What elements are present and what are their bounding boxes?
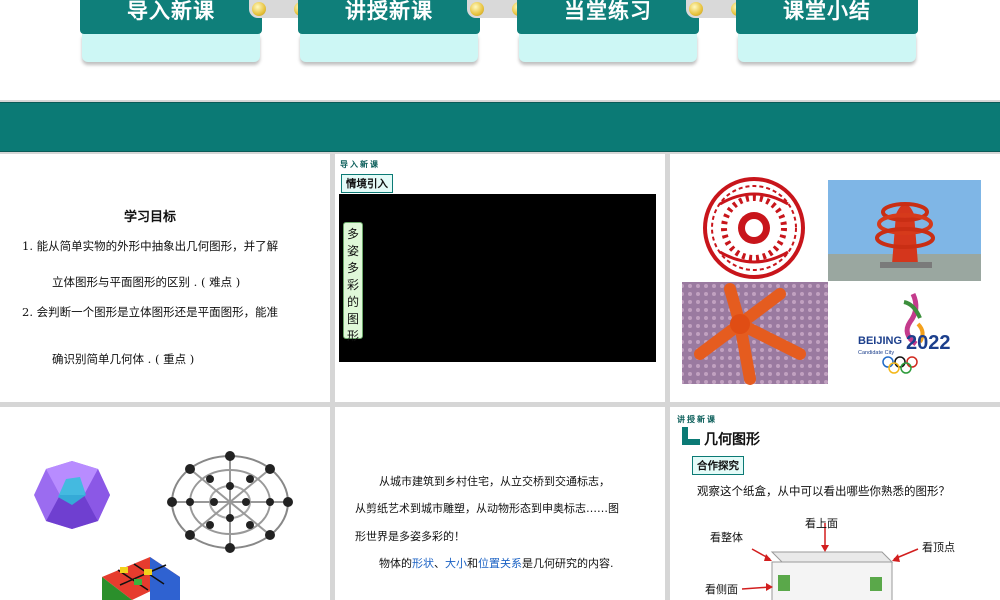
section-label: 导入新课	[340, 160, 380, 169]
shapes-svg	[34, 451, 293, 600]
rubiks-cube-image	[102, 557, 180, 600]
tab-summary[interactable]: 课堂小结	[736, 0, 918, 66]
objective-2-line-2: 确识别简单几何体 . ( 重点 )	[52, 352, 195, 366]
tab-practice-label: 当堂练习	[517, 0, 699, 34]
connector-dot-icon	[470, 2, 484, 16]
tab-lecture-label: 讲授新课	[298, 0, 480, 34]
tab-intro-label: 导入新课	[80, 0, 262, 34]
label-top: 看上面	[805, 517, 838, 530]
objectives-title: 学习目标	[123, 210, 176, 225]
section-label: 讲授新课	[677, 415, 717, 424]
slide-intro-video[interactable]: 导入新课 情境引入 多姿多彩的图形	[335, 154, 665, 402]
video-player[interactable]	[339, 194, 656, 362]
collage-svg: BEIJING Candidate City 2022	[682, 177, 981, 385]
arrow-side	[741, 586, 771, 590]
label-vertex: 看顶点	[922, 541, 955, 554]
tab-intro[interactable]: 导入新课	[80, 0, 262, 66]
label-side: 看侧面	[705, 583, 738, 596]
title-bar	[0, 102, 1000, 152]
cooperation-tag: 合作探究	[692, 456, 744, 475]
slide-geometric-figures[interactable]: 讲授新课 几何图形 合作探究 观察这个纸盒，从中可以看出哪些你熟悉的图形？ 看上…	[670, 407, 1000, 600]
keyword-size: 大小	[445, 557, 467, 570]
logo-subtext: Candidate City	[858, 350, 894, 356]
fullerene-image	[167, 451, 293, 553]
section-marker-icon	[682, 427, 700, 445]
paper-cut-image	[703, 177, 805, 279]
slide-geometry-text[interactable]: 从城市建筑到乡村住宅，从立交桥到交通标志， 从剪纸艺术到城市雕塑，从动物形态到申…	[335, 407, 665, 600]
objective-1-line-2: 立体图形与平面图形的区别 . ( 难点 )	[52, 275, 241, 289]
objective-1-line-1: 1. 能从简单实物的外形中抽象出几何图形，并了解	[22, 239, 279, 253]
slide-objectives[interactable]: 学习目标 1. 能从简单实物的外形中抽象出几何图形，并了解 立体图形与平面图形的…	[0, 154, 330, 402]
carton-box-image	[770, 551, 894, 600]
question-text: 观察这个纸盒，从中可以看出哪些你熟悉的图形？	[697, 484, 950, 498]
keyword-position: 位置关系	[478, 557, 522, 570]
sculpture-image	[828, 180, 981, 281]
slide-3d-shapes[interactable]	[0, 407, 330, 600]
tab-lecture[interactable]: 讲授新课	[298, 0, 480, 66]
top-navigation: 导入新课 讲授新课 当堂练习 课堂小结	[0, 0, 1000, 100]
tab-summary-label: 课堂小结	[736, 0, 918, 34]
slide-title: 几何图形	[704, 432, 760, 448]
paragraph-line-3: 形世界是多姿多彩的！	[355, 530, 465, 543]
scenario-tag: 情境引入	[341, 174, 393, 193]
logo-text: BEIJING	[858, 335, 902, 347]
logo-year: 2022	[906, 332, 951, 354]
objective-2-line-1: 2. 会判断一个图形是立体图形还是平面图形，能准	[22, 305, 279, 319]
polyhedron-image	[34, 461, 110, 529]
label-whole: 看整体	[710, 531, 743, 544]
starfish-image	[682, 282, 828, 385]
connector-dot-icon	[252, 2, 266, 16]
keyword-shape: 形状	[412, 557, 434, 570]
slide-image-collage[interactable]: BEIJING Candidate City 2022	[670, 154, 1000, 402]
video-label: 多姿多彩的图形	[343, 222, 363, 343]
connector-dot-icon	[689, 2, 703, 16]
tab-practice[interactable]: 当堂练习	[517, 0, 699, 66]
paragraph-line-4: 物体的形状、大小和位置关系是几何研究的内容.	[379, 557, 614, 570]
beijing-2022-logo: BEIJING Candidate City 2022	[858, 292, 951, 374]
paragraph-line-1: 从城市建筑到乡村住宅，从立交桥到交通标志，	[379, 475, 610, 488]
paragraph-line-2: 从剪纸艺术到城市雕塑，从动物形态到申奥标志……图	[355, 502, 619, 515]
